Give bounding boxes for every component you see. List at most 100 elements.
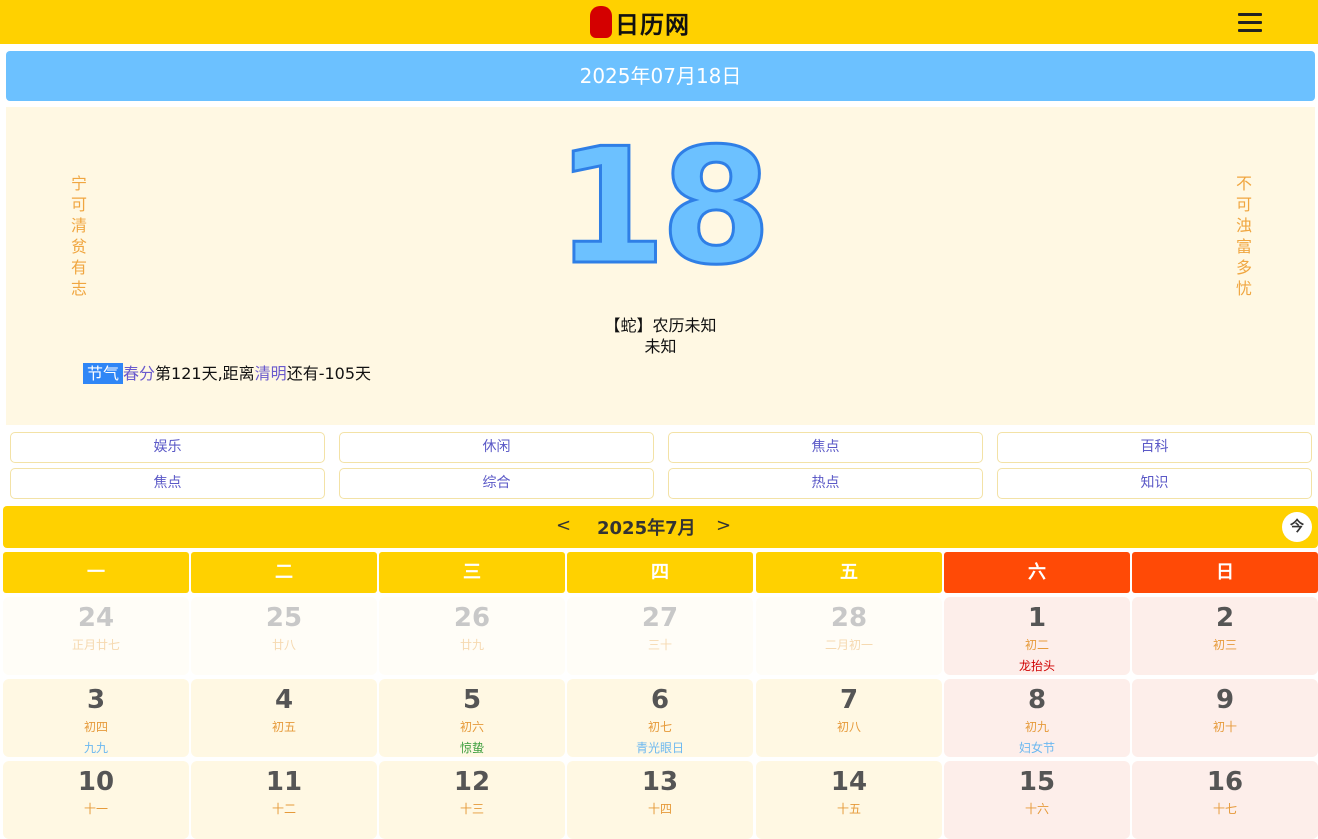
lunar-day: 初七: [647, 720, 672, 734]
category-link[interactable]: 焦点: [10, 468, 325, 499]
lunar-day: 十七: [1212, 802, 1237, 816]
lunar-day: 十六: [1024, 802, 1049, 816]
lunar-day: 正月廿七: [71, 638, 120, 652]
day-number: 4: [274, 685, 294, 715]
weekday-header: 日: [1132, 552, 1318, 593]
lunar-day: 十五: [836, 802, 861, 816]
lunar-day: 十一: [83, 802, 108, 816]
day-number: 9: [1215, 685, 1235, 715]
solar-term-days: 第121天,距离: [155, 364, 255, 383]
calendar-day-cell[interactable]: 27 三十: [567, 597, 753, 675]
category-link[interactable]: 百科: [997, 432, 1312, 463]
site-logo[interactable]: 日历网: [590, 5, 690, 39]
lunar-day: 初二: [1024, 638, 1049, 652]
day-number: 26: [453, 603, 491, 633]
day-number: 13: [641, 767, 679, 797]
solar-term-line: 节气 春分第121天,距离清明还有-105天: [83, 363, 371, 385]
day-number: 1: [1027, 603, 1047, 633]
day-number: 11: [265, 767, 303, 797]
next-solar-term[interactable]: 清明: [255, 364, 287, 383]
calendar-day-cell[interactable]: 28 二月初一: [756, 597, 942, 675]
calendar-day-cell[interactable]: 2 初三: [1132, 597, 1318, 675]
weekday-header: 二: [191, 552, 377, 593]
lunar-day: 初八: [836, 720, 861, 734]
current-solar-term[interactable]: 春分: [123, 364, 155, 383]
lunar-day: 初三: [1212, 638, 1237, 652]
day-number: 5: [462, 685, 482, 715]
weekday-header: 五: [756, 552, 942, 593]
lunar-day: 初六: [459, 720, 484, 734]
day-number: 12: [453, 767, 491, 797]
lunar-day: 初四: [83, 720, 108, 734]
day-hero-panel: 宁可清贫有志 不可浊富多忧 18 【蛇】农历未知 未知 节气 春分第121天,距离…: [6, 107, 1315, 425]
site-title: 日历网: [615, 9, 690, 39]
lunar-line-1: 【蛇】农历未知: [604, 316, 717, 335]
day-number: 24: [77, 603, 115, 633]
lunar-day: 十二: [271, 802, 296, 816]
today-button[interactable]: 今: [1282, 512, 1312, 542]
festival-label: 惊蛰: [459, 741, 484, 755]
weekday-header: 六: [944, 552, 1130, 593]
calendar-day-cell[interactable]: 4 初五: [191, 679, 377, 757]
category-link[interactable]: 知识: [997, 468, 1312, 499]
lunar-day: 三十: [647, 638, 672, 652]
calendar-day-cell[interactable]: 11 十二: [191, 761, 377, 839]
calendar-day-cell[interactable]: 26 廿九: [379, 597, 565, 675]
category-link[interactable]: 焦点: [668, 432, 983, 463]
next-month-button[interactable]: >: [716, 515, 731, 536]
weekday-header: 四: [567, 552, 753, 593]
calendar-day-cell[interactable]: 13 十四: [567, 761, 753, 839]
calendar-day-cell[interactable]: 7 初八: [756, 679, 942, 757]
lunar-day: 十三: [459, 802, 484, 816]
calendar-day-cell[interactable]: 6 初七 青光眼日: [567, 679, 753, 757]
calendar-day-cell[interactable]: 24 正月廿七: [3, 597, 189, 675]
calendar-day-cell[interactable]: 3 初四 九九: [3, 679, 189, 757]
day-number: 6: [650, 685, 670, 715]
logo-seal-icon: [590, 6, 612, 38]
lunar-day: 廿八: [271, 638, 296, 652]
calendar-day-cell[interactable]: 25 廿八: [191, 597, 377, 675]
top-bar: 日历网: [0, 0, 1318, 44]
category-link[interactable]: 综合: [339, 468, 654, 499]
month-label[interactable]: 2025年7月: [597, 514, 696, 540]
day-number: 10: [77, 767, 115, 797]
lunar-day: 初五: [271, 720, 296, 734]
lunar-day: 廿九: [459, 638, 484, 652]
calendar-day-cell[interactable]: 14 十五: [756, 761, 942, 839]
lunar-day: 初九: [1024, 720, 1049, 734]
current-date-banner: 2025年07月18日: [6, 51, 1315, 101]
day-number: 27: [641, 603, 679, 633]
category-link[interactable]: 热点: [668, 468, 983, 499]
day-number: 2: [1215, 603, 1235, 633]
lunar-day: 初十: [1212, 720, 1237, 734]
lunar-line-2: 未知: [644, 337, 677, 356]
calendar-day-cell[interactable]: 12 十三: [379, 761, 565, 839]
day-number: 15: [1018, 767, 1056, 797]
day-number: 28: [830, 603, 868, 633]
calendar-nav-bar: < 2025年7月 > 今: [3, 506, 1318, 548]
lunar-day: 二月初一: [824, 638, 873, 652]
day-number: 16: [1206, 767, 1244, 797]
category-link[interactable]: 娱乐: [10, 432, 325, 463]
day-number: 14: [830, 767, 868, 797]
day-number: 8: [1027, 685, 1047, 715]
calendar-day-cell[interactable]: 16 十七: [1132, 761, 1318, 839]
calendar-day-cell[interactable]: 1 初二龙抬头: [944, 597, 1130, 675]
day-number: 7: [839, 685, 859, 715]
solar-term-tag: 节气: [83, 363, 124, 384]
day-number: 3: [86, 685, 106, 715]
calendar-day-cell[interactable]: 9 初十: [1132, 679, 1318, 757]
hamburger-menu-icon[interactable]: [1236, 10, 1264, 36]
day-number: 25: [265, 603, 303, 633]
prev-month-button[interactable]: <: [556, 515, 571, 536]
category-link[interactable]: 休闲: [339, 432, 654, 463]
festival-label: 龙抬头: [1018, 659, 1055, 673]
calendar-day-cell[interactable]: 8 初九妇女节: [944, 679, 1130, 757]
calendar-day-cell[interactable]: 5 初六惊蛰: [379, 679, 565, 757]
solar-term-remain: 还有-105天: [286, 364, 372, 383]
lunar-info: 【蛇】农历未知 未知: [6, 315, 1315, 357]
weekday-header: 三: [379, 552, 565, 593]
calendar-day-cell[interactable]: 15 十六: [944, 761, 1130, 839]
festival-label: 妇女节: [1018, 741, 1055, 755]
calendar-day-cell[interactable]: 10 十一: [3, 761, 189, 839]
